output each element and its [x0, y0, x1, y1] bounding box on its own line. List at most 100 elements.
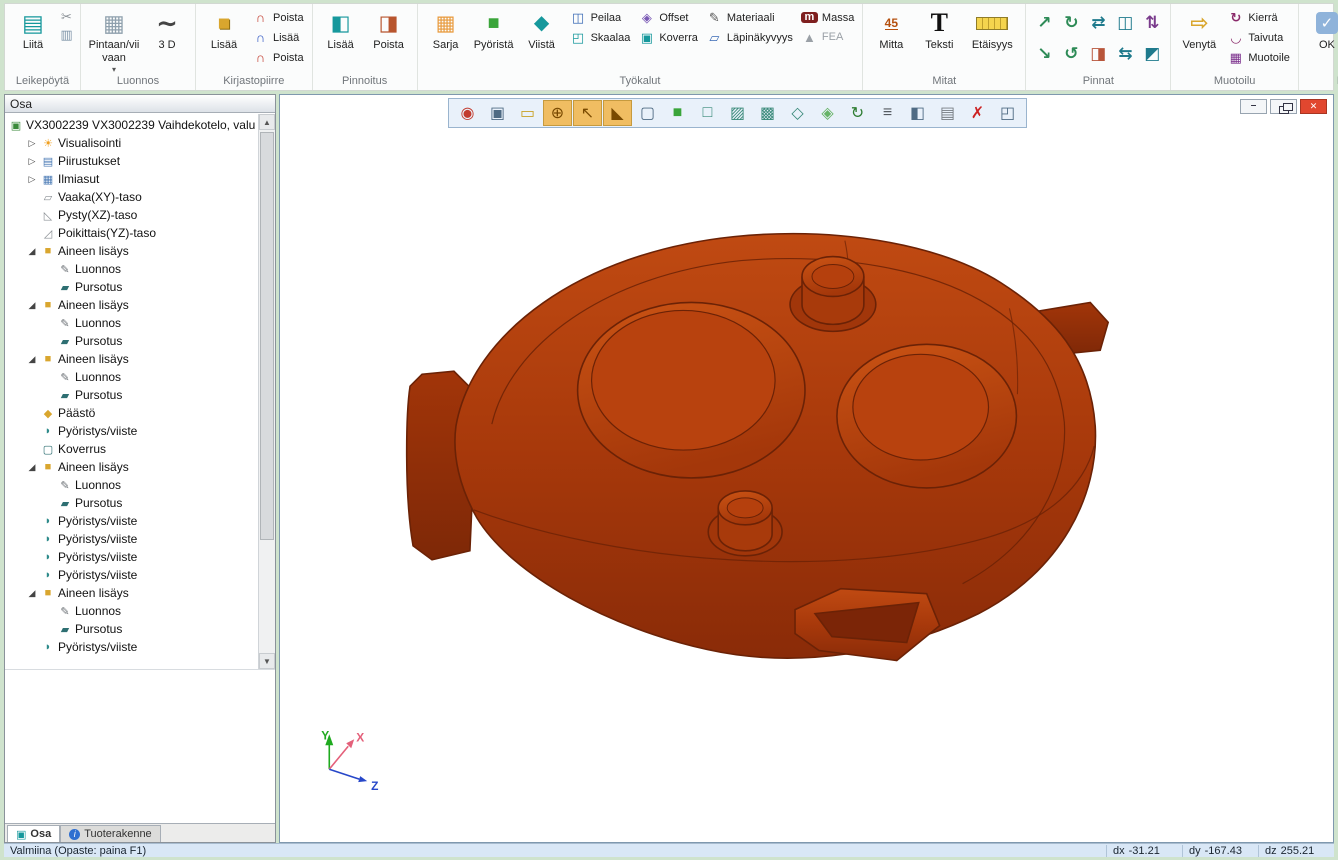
shaded-edges-view-icon[interactable]: ▩ [754, 101, 781, 125]
tree-item[interactable]: ✎Luonnos [5, 476, 258, 494]
paste-button[interactable]: Liitä [10, 6, 56, 52]
text-button[interactable]: Teksti [916, 6, 962, 52]
pin-icon[interactable]: ◉ [454, 101, 481, 125]
stretch-button[interactable]: Venytä [1176, 6, 1222, 52]
mass-button[interactable]: Massa [798, 8, 857, 27]
tree-item[interactable]: ▷▤Piirustukset [5, 152, 258, 170]
select-frame-icon[interactable]: ▣ [484, 101, 511, 125]
model-viewport[interactable]: Y X Z ◉▣▭⊕↖◣▢■□▨▩◇◈↻≡◧▤✗◰ [279, 94, 1334, 843]
scroll-down-icon[interactable]: ▼ [259, 653, 275, 669]
surface-tool-5-icon[interactable]: ⇅ [1139, 9, 1165, 37]
tree-expander-icon[interactable]: ◢ [26, 246, 38, 257]
shaded-view-icon[interactable]: ■ [664, 101, 691, 125]
snap-free-icon[interactable]: ⊕ [544, 101, 571, 125]
surface-tool-3-icon[interactable]: ⇄ [1085, 9, 1111, 37]
chamfer-button[interactable]: Viistä [519, 6, 565, 52]
print-icon[interactable]: ▤ [934, 101, 961, 125]
snap-plane-icon[interactable]: ◣ [604, 101, 631, 125]
tree-item[interactable]: ▰Pursotus [5, 620, 258, 638]
offset-button[interactable]: Offset [635, 8, 701, 27]
pick-filter-icon[interactable]: ▢ [634, 101, 661, 125]
dimension-button[interactable]: Mitta [868, 6, 914, 52]
copy-icon[interactable] [58, 26, 75, 43]
surface-tool-9-icon[interactable]: ⇆ [1112, 40, 1138, 68]
tree-item[interactable]: ✎Luonnos [5, 602, 258, 620]
scrollbar-track[interactable] [259, 130, 275, 653]
surface-tool-8-icon[interactable]: ◨ [1085, 40, 1111, 68]
coating-add-button[interactable]: Lisää [318, 6, 364, 52]
tree-item[interactable]: ◗Pyöristys/viiste [5, 512, 258, 530]
tree-scrollbar[interactable]: ▲ ▼ [258, 114, 275, 669]
tree-expander-icon[interactable]: ▷ [26, 156, 38, 167]
tree-item[interactable]: ✎Luonnos [5, 260, 258, 278]
mirror-button[interactable]: Peilaa [567, 8, 634, 27]
tree-expander-icon[interactable]: ▷ [26, 138, 38, 149]
tree-item[interactable]: ▰Pursotus [5, 386, 258, 404]
snap-line-icon[interactable]: ↖ [574, 101, 601, 125]
section-view-icon[interactable]: ◧ [904, 101, 931, 125]
surface-tool-4-icon[interactable]: ◫ [1112, 9, 1138, 37]
tree-item[interactable]: ✎Luonnos [5, 314, 258, 332]
tree-expander-icon[interactable]: ◢ [26, 300, 38, 311]
tree-item[interactable]: ◿Poikittais(YZ)-taso [5, 224, 258, 242]
hidden-line-view-icon[interactable]: ▨ [724, 101, 751, 125]
surface-tool-6-icon[interactable]: ↘ [1031, 40, 1057, 68]
material-button[interactable]: Materiaali [703, 8, 796, 27]
tree-item[interactable]: ▷▦Ilmiasut [5, 170, 258, 188]
tree-item[interactable]: ◢■Aineen lisäys [5, 584, 258, 602]
tree-item[interactable]: ◗Pyöristys/viiste [5, 530, 258, 548]
fea-button[interactable]: FEA [798, 28, 857, 47]
minimize-button[interactable] [1240, 99, 1267, 114]
feature-list-icon[interactable]: ≡ [874, 101, 901, 125]
tree-expander-icon[interactable]: ▷ [26, 174, 38, 185]
scale-button[interactable]: Skaalaa [567, 28, 634, 47]
tree-item[interactable]: ◢■Aineen lisäys [5, 242, 258, 260]
tree-item[interactable]: ◢■Aineen lisäys [5, 296, 258, 314]
tab-osa[interactable]: Osa [7, 825, 60, 842]
tree-item[interactable]: ✎Luonnos [5, 368, 258, 386]
tree-expander-icon[interactable]: ◢ [26, 462, 38, 473]
library-delete-button[interactable]: Poista [249, 48, 307, 67]
restore-button[interactable] [1270, 99, 1297, 114]
sketch-on-surface-button[interactable]: Pintaan/viivaan ▾ [86, 6, 142, 74]
measure-icon[interactable]: ▭ [514, 101, 541, 125]
tab-tuoterakenne[interactable]: Tuoterakenne [60, 825, 160, 842]
tree-item[interactable]: ▱Vaaka(XY)-taso [5, 188, 258, 206]
tree-expander-icon[interactable]: ◢ [26, 354, 38, 365]
library-add-button[interactable]: Lisää [201, 6, 247, 52]
close-button[interactable] [1300, 99, 1327, 114]
perspective-view-icon[interactable]: ◇ [784, 101, 811, 125]
surface-tool-10-icon[interactable]: ◩ [1139, 40, 1165, 68]
delete-icon[interactable]: ✗ [964, 101, 991, 125]
tree-item[interactable]: ◗Pyöristys/viiste [5, 638, 258, 656]
tree-item[interactable]: ◗Pyöristys/viiste [5, 566, 258, 584]
gearbox-model-3d[interactable]: Y X Z [280, 95, 1333, 842]
tree-item[interactable]: ◆Päästö [5, 404, 258, 422]
tree-item[interactable]: ◢■Aineen lisäys [5, 458, 258, 476]
sketch-3d-button[interactable]: 3 D [144, 6, 190, 52]
tree-item[interactable]: ◢■Aineen lisäys [5, 350, 258, 368]
tree-expander-icon[interactable]: ◢ [26, 588, 38, 599]
transparency-button[interactable]: Läpinäkyvyys [703, 28, 796, 47]
translucent-view-icon[interactable]: ◈ [814, 101, 841, 125]
form-button[interactable]: Muotoile [1224, 48, 1293, 67]
library-insert-button[interactable]: Lisää [249, 28, 307, 47]
tree-item[interactable]: ▢Koverrus [5, 440, 258, 458]
surface-tool-1-icon[interactable]: ↗ [1031, 9, 1057, 37]
coating-remove-button[interactable]: Poista [366, 6, 412, 52]
ok-button[interactable]: OK [1304, 6, 1338, 52]
scrollbar-thumb[interactable] [260, 132, 274, 540]
fit-window-icon[interactable]: ◰ [994, 101, 1021, 125]
surface-tool-7-icon[interactable]: ↺ [1058, 40, 1084, 68]
distance-button[interactable]: Etäisyys [964, 6, 1020, 52]
cut-icon[interactable] [58, 8, 75, 25]
tree-item[interactable]: ▣VX3002239 VX3002239 Vaihdekotelo, valu [5, 116, 258, 134]
tree-item[interactable]: ◗Pyöristys/viiste [5, 548, 258, 566]
library-remove-button[interactable]: Poista [249, 8, 307, 27]
tree-item[interactable]: ◗Pyöristys/viiste [5, 422, 258, 440]
wireframe-view-icon[interactable]: □ [694, 101, 721, 125]
tree-item[interactable]: ▷☀Visualisointi [5, 134, 258, 152]
series-button[interactable]: Sarja [423, 6, 469, 52]
tree-item[interactable]: ◺Pysty(XZ)-taso [5, 206, 258, 224]
tree-item[interactable]: ▰Pursotus [5, 278, 258, 296]
